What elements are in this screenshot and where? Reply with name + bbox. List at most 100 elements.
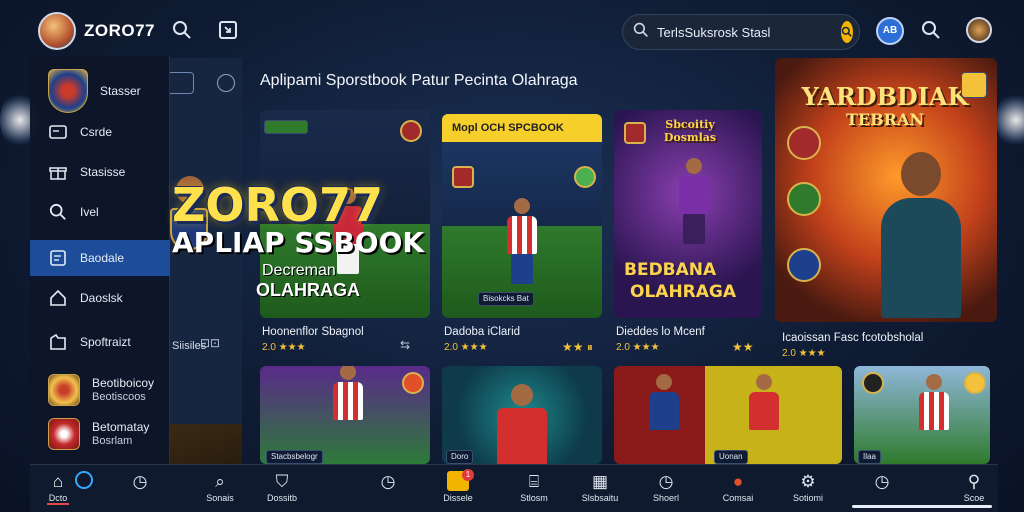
- gift-icon: ⌸: [528, 472, 540, 491]
- sidebar-item-daoslsk[interactable]: Daoslsk: [30, 280, 170, 316]
- section-title: Aplipami Sporstbook Patur Pecinta Olahra…: [260, 72, 578, 89]
- stars-icon: ★★ ⏸: [562, 340, 593, 354]
- nav-clock[interactable]: ◷: [120, 471, 160, 493]
- sidebar-item-label: Daoslsk: [80, 291, 123, 305]
- club-crest-icon: [964, 372, 986, 394]
- profile-avatar[interactable]: [966, 17, 992, 43]
- nav-clock-3[interactable]: ◷ Shoerl: [646, 471, 686, 503]
- club-crest-icon: [48, 418, 80, 450]
- brand-name: ZORO77: [84, 21, 156, 40]
- card-title: Hoonenflor Sbagnol: [262, 326, 364, 338]
- league-badge-icon[interactable]: AB: [876, 17, 904, 45]
- card-title: Dieddes lo Mcenf: [616, 326, 705, 338]
- expand-icon[interactable]: ⇆: [400, 338, 410, 352]
- club-crest-icon: [787, 126, 821, 160]
- nav-shield[interactable]: ⛉ Dossitb: [262, 471, 302, 503]
- search-icon: ⌕: [215, 472, 225, 491]
- sidebar: Stasser Csrde Stasisse Ivel Baodale Daos…: [30, 56, 170, 464]
- avatar[interactable]: [38, 12, 76, 50]
- exit-icon[interactable]: [218, 20, 238, 40]
- nav-label: Dcto: [48, 493, 68, 503]
- calendar-icon: ▦: [591, 472, 609, 491]
- featured-card[interactable]: YARDBDIAK TEBRAN: [775, 58, 997, 322]
- hero-brand: ZORO77: [172, 178, 383, 232]
- trophy-icon: [787, 182, 821, 216]
- search-icon: [48, 202, 68, 222]
- sport-card-2[interactable]: Mopl OCH SPCBOOK Bisokcks Bat: [442, 114, 602, 318]
- sidebar-item-spoftraizt[interactable]: Spoftraizt: [30, 324, 170, 360]
- settings-icon: ⚙: [800, 472, 816, 491]
- sidebar-item-csrde[interactable]: Csrde: [30, 114, 170, 150]
- stars-icon: ★★: [732, 340, 754, 354]
- featured-title: YARDBDIAK: [801, 82, 969, 111]
- sidebar-item-label: Spoftraizt: [80, 335, 131, 349]
- player-figure: [677, 158, 711, 248]
- player-figure: [747, 374, 781, 464]
- nav-clock-2[interactable]: ◷: [368, 471, 408, 493]
- search-submit-icon[interactable]: [841, 21, 853, 43]
- nav-calendar[interactable]: ▦ Slsbsaitu: [580, 471, 620, 503]
- circle-icon[interactable]: [217, 74, 235, 92]
- sidebar-item-label: Beotiboicoy: [92, 376, 155, 390]
- card-chip: Stacbsbelogr: [266, 450, 323, 464]
- nav-chat[interactable]: ● Comsai: [718, 471, 758, 503]
- sidebar-item-beotiboicoy[interactable]: Beotiboicoy Beotiscoos: [30, 368, 170, 412]
- card-chip: Uonan: [714, 450, 748, 464]
- search-icon[interactable]: [921, 20, 941, 40]
- search-bar[interactable]: [622, 14, 860, 50]
- folder-icon: [48, 332, 68, 352]
- player-figure: [917, 374, 951, 464]
- sidebar-item-sublabel: Beotiscoos: [92, 391, 146, 403]
- check-icon: [574, 166, 596, 188]
- clock-icon: ◷: [874, 472, 890, 491]
- card-chip: Bisokcks Bat: [478, 292, 534, 306]
- player-figure: [881, 152, 961, 322]
- sport-card-5[interactable]: Stacbsbelogr: [260, 366, 430, 464]
- sidebar-item-stasser[interactable]: Stasser: [30, 62, 170, 120]
- caret-label-icon[interactable]: ⊡⊡: [200, 336, 220, 350]
- user-icon: ⚲: [967, 472, 981, 491]
- sidebar-item-sublabel: Bosrlam: [92, 435, 133, 447]
- club-crest-icon: [862, 372, 884, 394]
- card-icon: [48, 248, 68, 268]
- club-crest-icon: [402, 372, 424, 394]
- card-rating: 2.0 ★★★: [444, 342, 488, 353]
- sport-card-8[interactable]: Ilaa: [854, 366, 990, 464]
- search-icon[interactable]: [172, 20, 192, 40]
- nav-gift[interactable]: ⌸ Stlosm: [514, 471, 554, 503]
- sport-card-6[interactable]: Doro: [442, 366, 602, 464]
- sidebar-item-ivel[interactable]: Ivel: [30, 194, 170, 230]
- sport-card-3[interactable]: Sbcoitiy Dosmlas BEDBANA OLAHRAGA: [614, 110, 762, 318]
- home-indicator[interactable]: [852, 505, 992, 508]
- nav-settings[interactable]: ⚙ Sotiomi: [788, 471, 828, 503]
- nav-ticket[interactable]: 1 Dissele: [438, 469, 478, 503]
- chat-icon: ●: [732, 472, 744, 491]
- card-banner: Mopl OCH SPCBOOK: [442, 114, 602, 142]
- sport-card-7[interactable]: Uonan: [614, 366, 842, 464]
- nav-clock-4[interactable]: ◷: [862, 471, 902, 493]
- search-icon: [633, 22, 649, 43]
- nav-search[interactable]: ⌕ Sonais: [200, 471, 240, 503]
- brand[interactable]: ZORO77: [38, 12, 155, 50]
- ring-icon: [75, 471, 93, 489]
- player-figure: [331, 366, 365, 454]
- nav-user[interactable]: ⚲ Scoe: [954, 471, 994, 503]
- sidebar-item-label: Stasisse: [80, 165, 126, 179]
- search-input[interactable]: [657, 24, 833, 40]
- hero-line-3: Decreman: [262, 262, 336, 279]
- nav-label: Comsai: [722, 493, 754, 503]
- clock-icon: ◷: [658, 472, 674, 491]
- nav-label: Dossitb: [266, 493, 297, 503]
- tag-icon[interactable]: [170, 72, 194, 94]
- home-icon: [48, 288, 68, 308]
- sidebar-item-stasisse[interactable]: Stasisse: [30, 154, 170, 190]
- sidebar-item-baodale[interactable]: Baodale: [30, 240, 170, 276]
- card-headline-1: BEDBANA: [624, 260, 717, 280]
- hero-promo[interactable]: ZORO77 APLIAP SSBOOK Decreman OLAHRAGA: [172, 182, 432, 312]
- clock-icon: ◷: [380, 472, 396, 491]
- club-crest-icon: [400, 120, 422, 142]
- nav-ring[interactable]: [64, 471, 104, 493]
- card-rating: 2.0 ★★★: [262, 342, 306, 353]
- clock-icon: ◷: [132, 472, 148, 491]
- sidebar-item-betomatay[interactable]: Betomatay Bosrlam: [30, 412, 170, 456]
